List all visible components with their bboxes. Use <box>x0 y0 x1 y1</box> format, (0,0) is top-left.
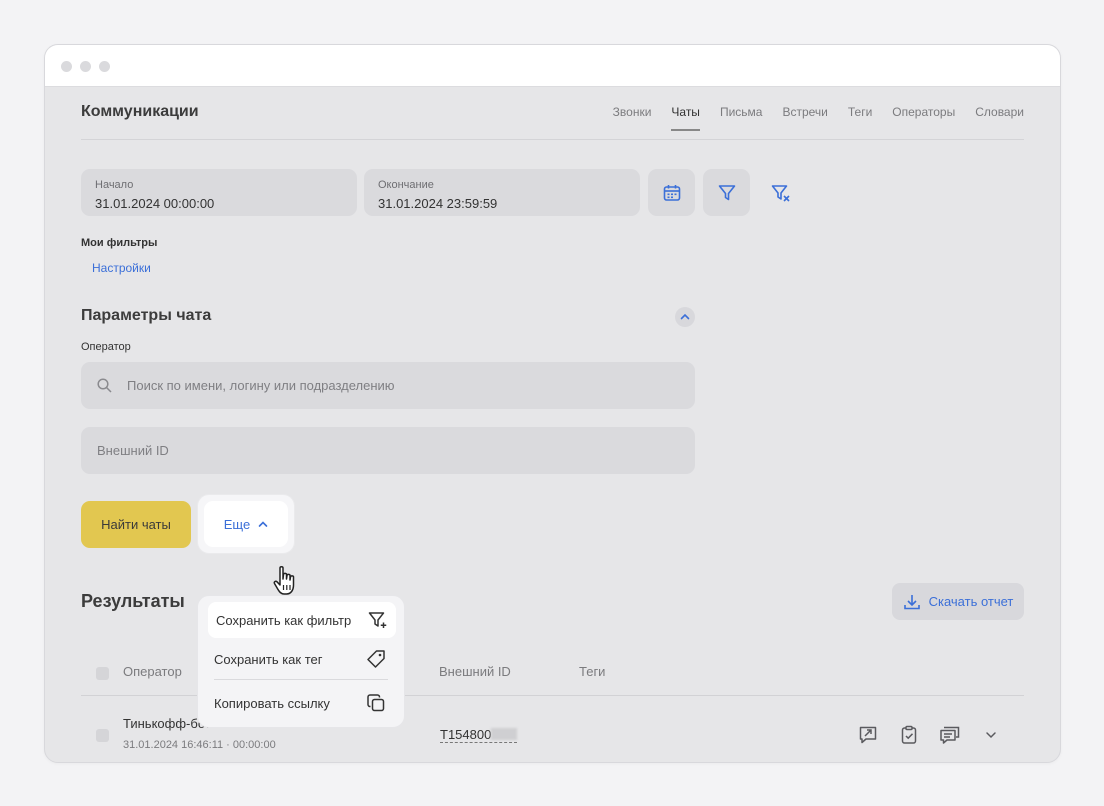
row-time: 31.01.2024 16:46:11 · 00:00:00 <box>123 739 276 751</box>
menu-divider <box>214 679 388 680</box>
open-chat-button[interactable] <box>857 724 879 746</box>
operator-search-input[interactable] <box>125 362 669 409</box>
tab-dictionaries[interactable]: Словари <box>975 105 1024 119</box>
tab-tags[interactable]: Теги <box>848 105 872 119</box>
browser-window: Коммуникации Звонки Чаты Письма Встречи … <box>44 44 1061 763</box>
window-dot <box>61 61 72 72</box>
results-title: Результаты <box>81 591 185 611</box>
column-header-tags[interactable]: Теги <box>579 664 605 679</box>
end-date-field[interactable]: Окончание 31.01.2024 23:59:59 <box>364 169 640 216</box>
end-date-value: 31.01.2024 23:59:59 <box>378 196 498 211</box>
chevron-up-icon <box>258 521 268 527</box>
comments-icon <box>940 726 960 744</box>
menu-item-label: Копировать ссылку <box>214 695 330 711</box>
row-checkbox[interactable] <box>96 729 109 742</box>
tag-icon <box>367 650 385 668</box>
open-chat-icon <box>859 726 877 744</box>
my-filters-title: Мои фильтры <box>81 237 158 249</box>
column-header-operator[interactable]: Оператор <box>123 664 182 679</box>
filter-icon <box>718 184 735 200</box>
download-report-label: Скачать отчет <box>928 594 1014 609</box>
more-button[interactable]: Еще <box>204 501 288 547</box>
search-icon <box>97 378 112 393</box>
row-external-id[interactable]: T154800 <box>440 727 518 743</box>
clipboard-check-icon <box>901 725 917 744</box>
menu-item-copy-link[interactable]: Копировать ссылку <box>206 685 394 721</box>
tab-operators[interactable]: Операторы <box>892 105 955 119</box>
checklist-button[interactable] <box>898 724 920 746</box>
menu-item-save-as-tag[interactable]: Сохранить как тег <box>206 641 394 677</box>
chat-params-title: Параметры чата <box>81 307 212 324</box>
download-icon <box>903 594 920 609</box>
top-nav: Звонки Чаты Письма Встречи Теги Оператор… <box>613 105 1024 131</box>
hand-cursor-icon <box>273 565 295 595</box>
menu-item-save-as-filter[interactable]: Сохранить как фильтр <box>208 602 396 638</box>
row-external-id-value: T154800 <box>440 727 492 742</box>
window-dot <box>80 61 91 72</box>
start-date-label: Начало <box>95 179 134 191</box>
window-dot <box>99 61 110 72</box>
calendar-button[interactable] <box>648 169 695 216</box>
tab-meetings[interactable]: Встречи <box>782 105 827 119</box>
more-dropdown-menu: Сохранить как фильтр Сохранить как тег К… <box>197 595 405 728</box>
chevron-up-icon <box>680 313 690 320</box>
nav-divider <box>81 139 1024 140</box>
window-titlebar <box>45 45 1060 87</box>
redacted-blur <box>491 728 518 740</box>
tab-chats[interactable]: Чаты <box>671 105 700 131</box>
start-date-field[interactable]: Начало 31.01.2024 00:00:00 <box>81 169 357 216</box>
filter-button[interactable] <box>703 169 750 216</box>
operator-label: Оператор <box>81 341 131 353</box>
comments-button[interactable] <box>939 724 961 746</box>
collapse-section-button[interactable] <box>675 307 695 327</box>
external-id-input[interactable] <box>95 427 639 474</box>
more-button-label: Еще <box>223 516 251 532</box>
find-chats-button[interactable]: Найти чаты <box>81 501 191 548</box>
page-content: Коммуникации Звонки Чаты Письма Встречи … <box>45 87 1060 762</box>
external-id-field[interactable] <box>81 427 695 474</box>
clear-filter-button[interactable] <box>757 169 804 216</box>
filter-clear-icon <box>771 184 790 202</box>
filter-add-icon <box>368 612 387 628</box>
expand-row-button[interactable] <box>980 724 1002 746</box>
operator-search-field[interactable] <box>81 362 695 409</box>
end-date-label: Окончание <box>378 179 434 191</box>
more-button-wrapper: Еще <box>197 494 295 554</box>
calendar-icon <box>663 184 680 201</box>
tab-calls[interactable]: Звонки <box>613 105 652 119</box>
menu-item-label: Сохранить как тег <box>214 651 323 667</box>
download-report-button[interactable]: Скачать отчет <box>892 583 1024 620</box>
copy-icon <box>367 694 385 712</box>
settings-link[interactable]: Настройки <box>92 261 151 275</box>
menu-item-label: Сохранить как фильтр <box>216 612 352 628</box>
chevron-down-icon <box>986 732 996 739</box>
tab-letters[interactable]: Письма <box>720 105 763 119</box>
select-all-checkbox[interactable] <box>96 667 109 680</box>
page-title: Коммуникации <box>81 103 199 120</box>
column-header-external-id[interactable]: Внешний ID <box>439 664 511 679</box>
start-date-value: 31.01.2024 00:00:00 <box>95 196 215 211</box>
